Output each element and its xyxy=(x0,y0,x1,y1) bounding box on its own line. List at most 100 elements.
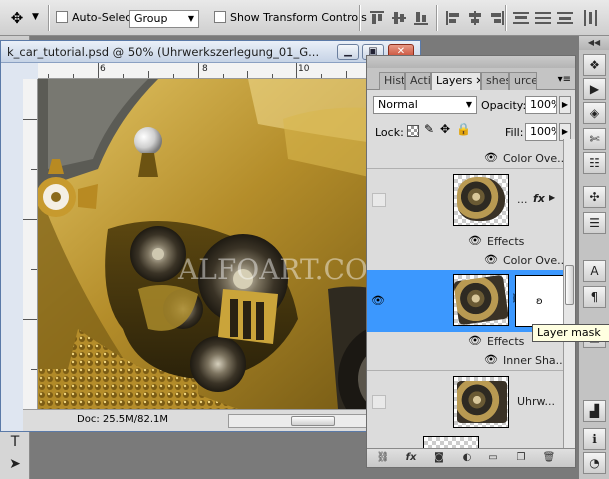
new-group-icon[interactable]: ▭ xyxy=(485,451,501,465)
histogram-panel-icon[interactable]: ▟ xyxy=(583,400,606,422)
layer-mask-tooltip: Layer mask xyxy=(532,324,609,342)
eye-icon[interactable]: 👁 xyxy=(483,150,499,166)
auto-select-checkbox[interactable] xyxy=(56,11,68,23)
divider xyxy=(48,5,50,31)
minimize-button[interactable]: ▁ xyxy=(337,44,359,60)
fx-icon[interactable]: fx xyxy=(533,192,545,205)
tool-preset-dropdown-icon[interactable]: ▼ xyxy=(32,12,39,22)
eye-icon[interactable]: 👁 xyxy=(483,252,499,268)
brushes-panel-icon[interactable]: ✄ xyxy=(583,128,606,150)
mask-shape-icon: ʚ xyxy=(536,296,543,307)
new-layer-icon[interactable]: ❐ xyxy=(513,451,529,465)
eye-icon[interactable]: 👁 xyxy=(370,293,386,309)
blend-mode-dropdown[interactable]: Normal ▼ xyxy=(373,96,477,114)
visibility-toggle[interactable] xyxy=(372,395,386,409)
add-mask-icon[interactable]: ◙ xyxy=(431,451,447,465)
scrollbar-thumb[interactable] xyxy=(291,416,335,426)
opacity-arrow-icon[interactable]: ▶ xyxy=(559,96,571,114)
dock-collapse-icon[interactable]: ◀◀ xyxy=(579,36,609,50)
layer-name: ... xyxy=(517,193,528,206)
layers-scrollbar[interactable] xyxy=(563,139,575,448)
layers-panel-icon[interactable]: ◈ xyxy=(583,102,606,124)
adjustment-layer-icon[interactable]: ◐ xyxy=(459,451,475,465)
opacity-input[interactable]: 100% xyxy=(525,96,557,114)
align-vertical-center-icon[interactable] xyxy=(390,9,408,27)
chevron-down-icon: ▼ xyxy=(187,14,194,23)
paragraph-panel-icon[interactable]: ¶ xyxy=(583,286,606,308)
effects-label: Effects xyxy=(487,235,525,248)
lock-pixels-icon[interactable]: ✎ xyxy=(424,122,434,136)
lock-transparency-icon[interactable] xyxy=(407,125,419,137)
ruler-label: 6 xyxy=(100,64,106,74)
color-panel-icon[interactable]: ◔ xyxy=(583,452,606,474)
document-canvas[interactable]: ALFOART.COM xyxy=(38,79,420,409)
eye-icon[interactable]: 👁 xyxy=(483,352,499,368)
panel-header[interactable] xyxy=(367,56,575,68)
layer-thumbnail[interactable] xyxy=(423,436,479,448)
distribute-top-icon[interactable] xyxy=(512,9,530,27)
document-size-info[interactable]: Doc: 25.5M/82.1M xyxy=(77,414,168,425)
watermark-text: ALFOART.COM xyxy=(177,253,397,286)
tab-actions[interactable]: Acti xyxy=(405,72,431,90)
right-dock: ◀◀ ❖ ▶ ◈ ✄ ☷ ✣ ☰ A ¶ ▦ ▟ ℹ ◔ xyxy=(578,36,609,479)
effect-name: Inner Sha... xyxy=(503,354,567,367)
layer-thumbnail[interactable] xyxy=(453,174,509,226)
align-left-icon[interactable] xyxy=(444,9,462,27)
scrollbar-thumb[interactable] xyxy=(565,265,574,305)
effect-row-color-overlay[interactable]: 👁 Color Ove... xyxy=(367,250,575,270)
layer-row[interactable]: Uhrw... xyxy=(367,370,575,432)
align-top-icon[interactable] xyxy=(368,9,386,27)
eye-icon[interactable]: 👁 xyxy=(467,233,483,249)
tab-source[interactable]: urce xyxy=(509,72,537,90)
align-bottom-icon[interactable] xyxy=(412,9,430,27)
panel-menu-icon[interactable]: ▾≡ xyxy=(558,74,571,85)
align-right-icon[interactable] xyxy=(488,9,506,27)
layers-panel: Hist Acti Layers✕ shes urce ▾≡ Normal ▼ … xyxy=(366,55,576,468)
layer-thumbnail[interactable] xyxy=(453,274,509,326)
link-layers-icon[interactable]: ⛓ xyxy=(375,451,391,465)
expand-arrow-icon[interactable]: ▶ xyxy=(549,193,555,202)
effect-row-color-overlay[interactable]: 👁 Color Ove... xyxy=(367,148,575,168)
lock-position-icon[interactable]: ✥ xyxy=(440,122,450,136)
layer-row-selected[interactable]: 👁 ⛓ ʚ xyxy=(367,270,575,332)
auto-select-dropdown[interactable]: Group ▼ xyxy=(129,10,199,28)
notes-panel-icon[interactable]: ☰ xyxy=(583,212,606,234)
trash-icon[interactable]: 🗑 xyxy=(541,451,557,465)
align-horizontal-center-icon[interactable] xyxy=(466,9,484,27)
fill-input[interactable]: 100% xyxy=(525,123,557,141)
info-panel-icon[interactable]: ℹ xyxy=(583,428,606,450)
layer-mask-thumbnail[interactable]: ʚ xyxy=(515,275,565,327)
close-icon[interactable]: ✕ xyxy=(475,76,480,87)
eye-icon[interactable]: 👁 xyxy=(467,333,483,349)
add-layer-style-icon[interactable]: fx xyxy=(403,451,419,465)
visibility-toggle[interactable] xyxy=(372,193,386,207)
lock-all-icon[interactable]: 🔒 xyxy=(456,122,471,136)
type-tool-icon[interactable]: T xyxy=(3,431,27,453)
clone-source-panel-icon[interactable]: ☷ xyxy=(583,152,606,174)
tab-history[interactable]: Hist xyxy=(379,72,405,90)
show-transform-checkbox[interactable] xyxy=(214,11,226,23)
layer-row[interactable] xyxy=(367,434,575,448)
effect-row-inner-shadow[interactable]: 👁 Inner Sha... xyxy=(367,350,575,370)
distribute-bottom-icon[interactable] xyxy=(556,9,574,27)
document-title: k_car_tutorial.psd @ 50% (Uhrwerkszerleg… xyxy=(7,45,320,59)
show-transform-label: Show Transform Controls xyxy=(230,11,367,24)
document-title-bar[interactable]: k_car_tutorial.psd @ 50% (Uhrwerkszerleg… xyxy=(1,41,420,63)
character-panel-icon[interactable]: A xyxy=(583,260,606,282)
effects-row[interactable]: 👁 Effects xyxy=(367,232,575,250)
car-artwork: ALFOART.COM xyxy=(38,79,420,409)
vertical-ruler xyxy=(23,79,38,409)
tab-layers[interactable]: Layers✕ xyxy=(431,72,481,90)
path-selection-tool-icon[interactable]: ➤ xyxy=(3,453,27,475)
move-tool-icon[interactable]: ✥ xyxy=(6,8,28,28)
tab-brushes[interactable]: shes xyxy=(481,72,509,90)
effect-name: Color Ove... xyxy=(503,254,568,267)
layers-bottom-toolbar: ⛓ fx ◙ ◐ ▭ ❐ 🗑 xyxy=(367,448,575,467)
navigator-panel-icon[interactable]: ❖ xyxy=(583,54,606,76)
history-panel-icon[interactable]: ▶ xyxy=(583,78,606,100)
distribute-vertical-center-icon[interactable] xyxy=(534,9,552,27)
layer-thumbnail[interactable] xyxy=(453,376,509,428)
layer-row[interactable]: ... fx ▶ xyxy=(367,168,575,232)
distribute-left-icon[interactable] xyxy=(582,9,600,27)
tool-presets-panel-icon[interactable]: ✣ xyxy=(583,186,606,208)
